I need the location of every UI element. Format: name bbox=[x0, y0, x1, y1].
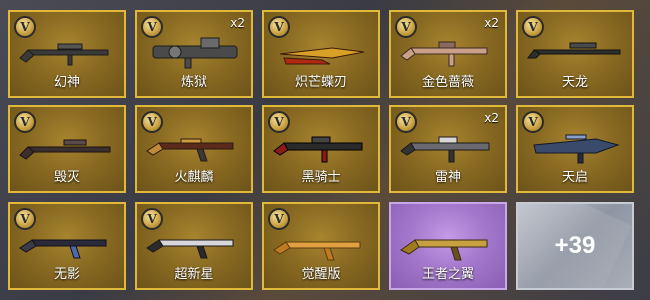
weapon-card-6[interactable]: V 火麒麟 bbox=[135, 105, 253, 193]
weapon-card-4[interactable]: V 天龙 bbox=[516, 10, 634, 98]
weapon-name: 超新星 bbox=[174, 267, 214, 282]
weapon-name: 黑骑士 bbox=[301, 170, 341, 185]
sniper-rifle-icon bbox=[19, 139, 111, 160]
weapon-card-11[interactable]: V 超新星 bbox=[135, 202, 253, 290]
weapon-card-0[interactable]: V 幻神 bbox=[8, 10, 126, 98]
assault-rifle-icon bbox=[400, 41, 488, 67]
weapon-card-13[interactable]: 王者之翼 bbox=[389, 202, 507, 290]
weapon-name: 火麒麟 bbox=[174, 170, 214, 185]
weapon-card-9[interactable]: V 天启 bbox=[516, 105, 634, 193]
more-count: +39 bbox=[554, 232, 596, 259]
weapon-card-8[interactable]: V x2 雷神 bbox=[389, 105, 507, 193]
weapon-name: 天启 bbox=[561, 170, 588, 185]
more-items-button[interactable]: +39 bbox=[516, 202, 634, 290]
weapon-name: 毁灭 bbox=[53, 170, 80, 185]
sniper-rifle-icon bbox=[19, 43, 109, 66]
ak-rifle-icon bbox=[19, 239, 107, 259]
weapon-card-3[interactable]: V x2 金色蔷薇 bbox=[389, 10, 507, 98]
m4-rifle-icon bbox=[273, 136, 363, 163]
ak-rifle-icon bbox=[146, 239, 234, 259]
weapon-card-12[interactable]: V 觉醒版 bbox=[262, 202, 380, 290]
weapon-name: 炼狱 bbox=[180, 75, 207, 90]
weapon-name: 无影 bbox=[53, 267, 80, 282]
item-count: x2 bbox=[484, 16, 499, 30]
sniper-rifle-icon bbox=[527, 42, 621, 59]
gatling-gun-icon bbox=[152, 37, 238, 69]
weapon-name: 幻神 bbox=[53, 75, 80, 90]
weapon-card-10[interactable]: V 无影 bbox=[8, 202, 126, 290]
weapon-name: 金色蔷薇 bbox=[421, 75, 474, 90]
futuristic-rifle-icon bbox=[533, 134, 620, 164]
butterfly-knife-icon bbox=[279, 47, 365, 65]
weapon-name: 觉醒版 bbox=[301, 267, 341, 282]
weapon-grid: V 幻神 V x2 炼狱 V 炽芒蝶刃 V x2 金色蔷薇 V 天龙 V 毁灭 … bbox=[0, 0, 650, 300]
weapon-name: 炽芒蝶刃 bbox=[294, 75, 347, 90]
item-count: x2 bbox=[484, 111, 499, 125]
item-count: x2 bbox=[230, 16, 245, 30]
ak-rifle-icon bbox=[146, 138, 234, 162]
weapon-card-5[interactable]: V 毁灭 bbox=[8, 105, 126, 193]
ak-rifle-icon bbox=[400, 239, 488, 261]
weapon-card-2[interactable]: V 炽芒蝶刃 bbox=[262, 10, 380, 98]
weapon-card-1[interactable]: V x2 炼狱 bbox=[135, 10, 253, 98]
weapon-name: 雷神 bbox=[434, 170, 461, 185]
ak-rifle-icon bbox=[273, 241, 361, 261]
m4-rifle-icon bbox=[400, 136, 490, 163]
weapon-name: 天龙 bbox=[561, 75, 588, 90]
weapon-card-7[interactable]: V 黑骑士 bbox=[262, 105, 380, 193]
weapon-name: 王者之翼 bbox=[421, 267, 474, 282]
